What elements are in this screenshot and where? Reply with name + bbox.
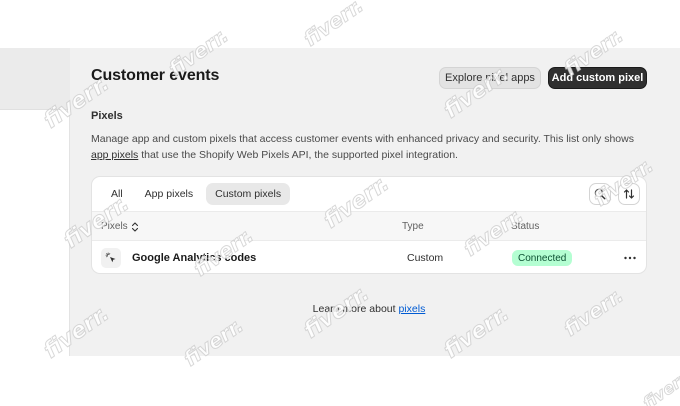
pixels-help-link[interactable]: pixels [398, 303, 425, 315]
pixel-thumbnail [101, 248, 121, 268]
search-filter-button[interactable] [589, 183, 611, 205]
learn-more-text: Learn more about [312, 303, 399, 315]
pixels-card: All App pixels Custom pixels Pixels Type… [91, 176, 647, 274]
table-row[interactable]: Google Analytics codes Custom Connected [92, 241, 646, 273]
bottom-blank-area [0, 356, 680, 406]
tab-app-pixels[interactable]: App pixels [136, 183, 202, 205]
sort-icon [623, 189, 635, 199]
ellipsis-icon [624, 256, 636, 260]
add-custom-pixel-button[interactable]: Add custom pixel [548, 67, 647, 89]
pixel-name[interactable]: Google Analytics codes [132, 252, 256, 264]
section-heading-pixels: Pixels [91, 110, 123, 122]
top-blank-area [0, 0, 680, 48]
tab-all[interactable]: All [102, 183, 132, 205]
sort-button[interactable] [618, 183, 640, 205]
table-header: Pixels Type Status [92, 211, 646, 241]
page-title: Customer events [91, 67, 220, 84]
chevron-up-down-icon [131, 221, 138, 232]
sidebar [0, 110, 70, 356]
sidebar-top [0, 48, 70, 110]
explore-pixel-apps-button[interactable]: Explore pixel apps [439, 67, 541, 89]
description-text-2: that use the Shopify Web Pixels API, the… [138, 149, 458, 161]
tab-custom-pixels[interactable]: Custom pixels [206, 183, 291, 205]
pixel-type: Custom [407, 252, 444, 264]
cursor-click-icon [105, 252, 116, 263]
pixels-description: Manage app and custom pixels that access… [91, 131, 651, 163]
search-icon [594, 188, 606, 200]
learn-more: Learn more about pixels [0, 303, 680, 315]
filter-tabs: All App pixels Custom pixels [102, 183, 291, 205]
column-header-status: Status [511, 221, 540, 232]
app-pixels-link[interactable]: app pixels [91, 149, 138, 161]
description-text-1: Manage app and custom pixels that access… [91, 133, 634, 145]
column-header-type: Type [402, 221, 424, 232]
row-actions-button[interactable] [622, 250, 638, 266]
column-header-pixels-label: Pixels [101, 221, 128, 232]
status-badge: Connected [512, 250, 573, 266]
column-header-pixels[interactable]: Pixels [101, 221, 139, 232]
